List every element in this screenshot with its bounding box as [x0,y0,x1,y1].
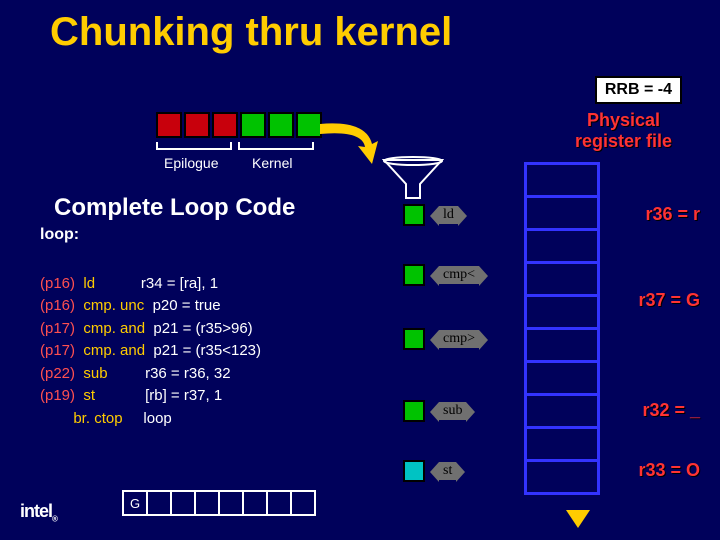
stage-ld: ld [403,204,458,226]
stage-tag: cmp> [439,330,479,348]
arrow-down-icon [566,510,590,528]
stage-sub: sub [403,400,466,422]
register-cell [527,360,597,393]
code-listing: (p16) ld r34 = [ra], 1 (p16) cmp. unc p2… [40,250,261,430]
register-cell [527,165,597,195]
stage-cmp-gt: cmp> [403,328,479,350]
stage-tag: cmp< [439,266,479,284]
register-file-column [524,162,600,495]
loop-label: loop: [40,226,79,244]
g-row: G [122,490,314,516]
complete-loop-code-heading: Complete Loop Code [54,194,295,222]
g-box [218,490,244,516]
stage-cmp-lt: cmp< [403,264,479,286]
kernel-box [240,112,266,138]
g-box [266,490,292,516]
epilogue-box [156,112,182,138]
kernel-brace [238,142,314,150]
register-cell [527,228,597,261]
arrow-into-funnel-icon [316,116,390,168]
stage-boxes-row [156,112,324,138]
reg-label-r32: r32 = _ [642,400,700,421]
g-box [194,490,220,516]
epilogue-box [184,112,210,138]
stage-box [403,460,425,482]
epilogue-box [212,112,238,138]
stage-st: st [403,460,456,482]
rrb-box: RRB = -4 [595,76,682,104]
register-cell [527,459,597,492]
kernel-label: Kernel [252,155,292,171]
intel-logo: intel® [20,501,57,524]
g-box [170,490,196,516]
stage-tag: sub [439,402,466,420]
stage-box [403,400,425,422]
stage-tag: st [439,462,456,480]
register-cell [527,426,597,459]
register-cell [527,261,597,294]
g-box [290,490,316,516]
physical-register-file-label: Physical register file [575,110,672,151]
funnel-icon [382,156,444,200]
g-box [146,490,172,516]
register-cell [527,393,597,426]
stage-tag: ld [439,206,458,224]
stage-box [403,264,425,286]
slide-title: Chunking thru kernel [50,10,452,55]
kernel-box [268,112,294,138]
epilogue-label: Epilogue [164,155,219,171]
register-cell [527,327,597,360]
stage-box [403,204,425,226]
g-box-label: G [122,490,148,516]
reg-label-r33: r33 = O [638,460,700,481]
reg-label-r36: r36 = r [645,204,700,225]
register-cell [527,195,597,228]
stage-box [403,328,425,350]
register-cell [527,294,597,327]
reg-label-r37: r37 = G [638,290,700,311]
epilogue-brace [156,142,232,150]
g-box [242,490,268,516]
